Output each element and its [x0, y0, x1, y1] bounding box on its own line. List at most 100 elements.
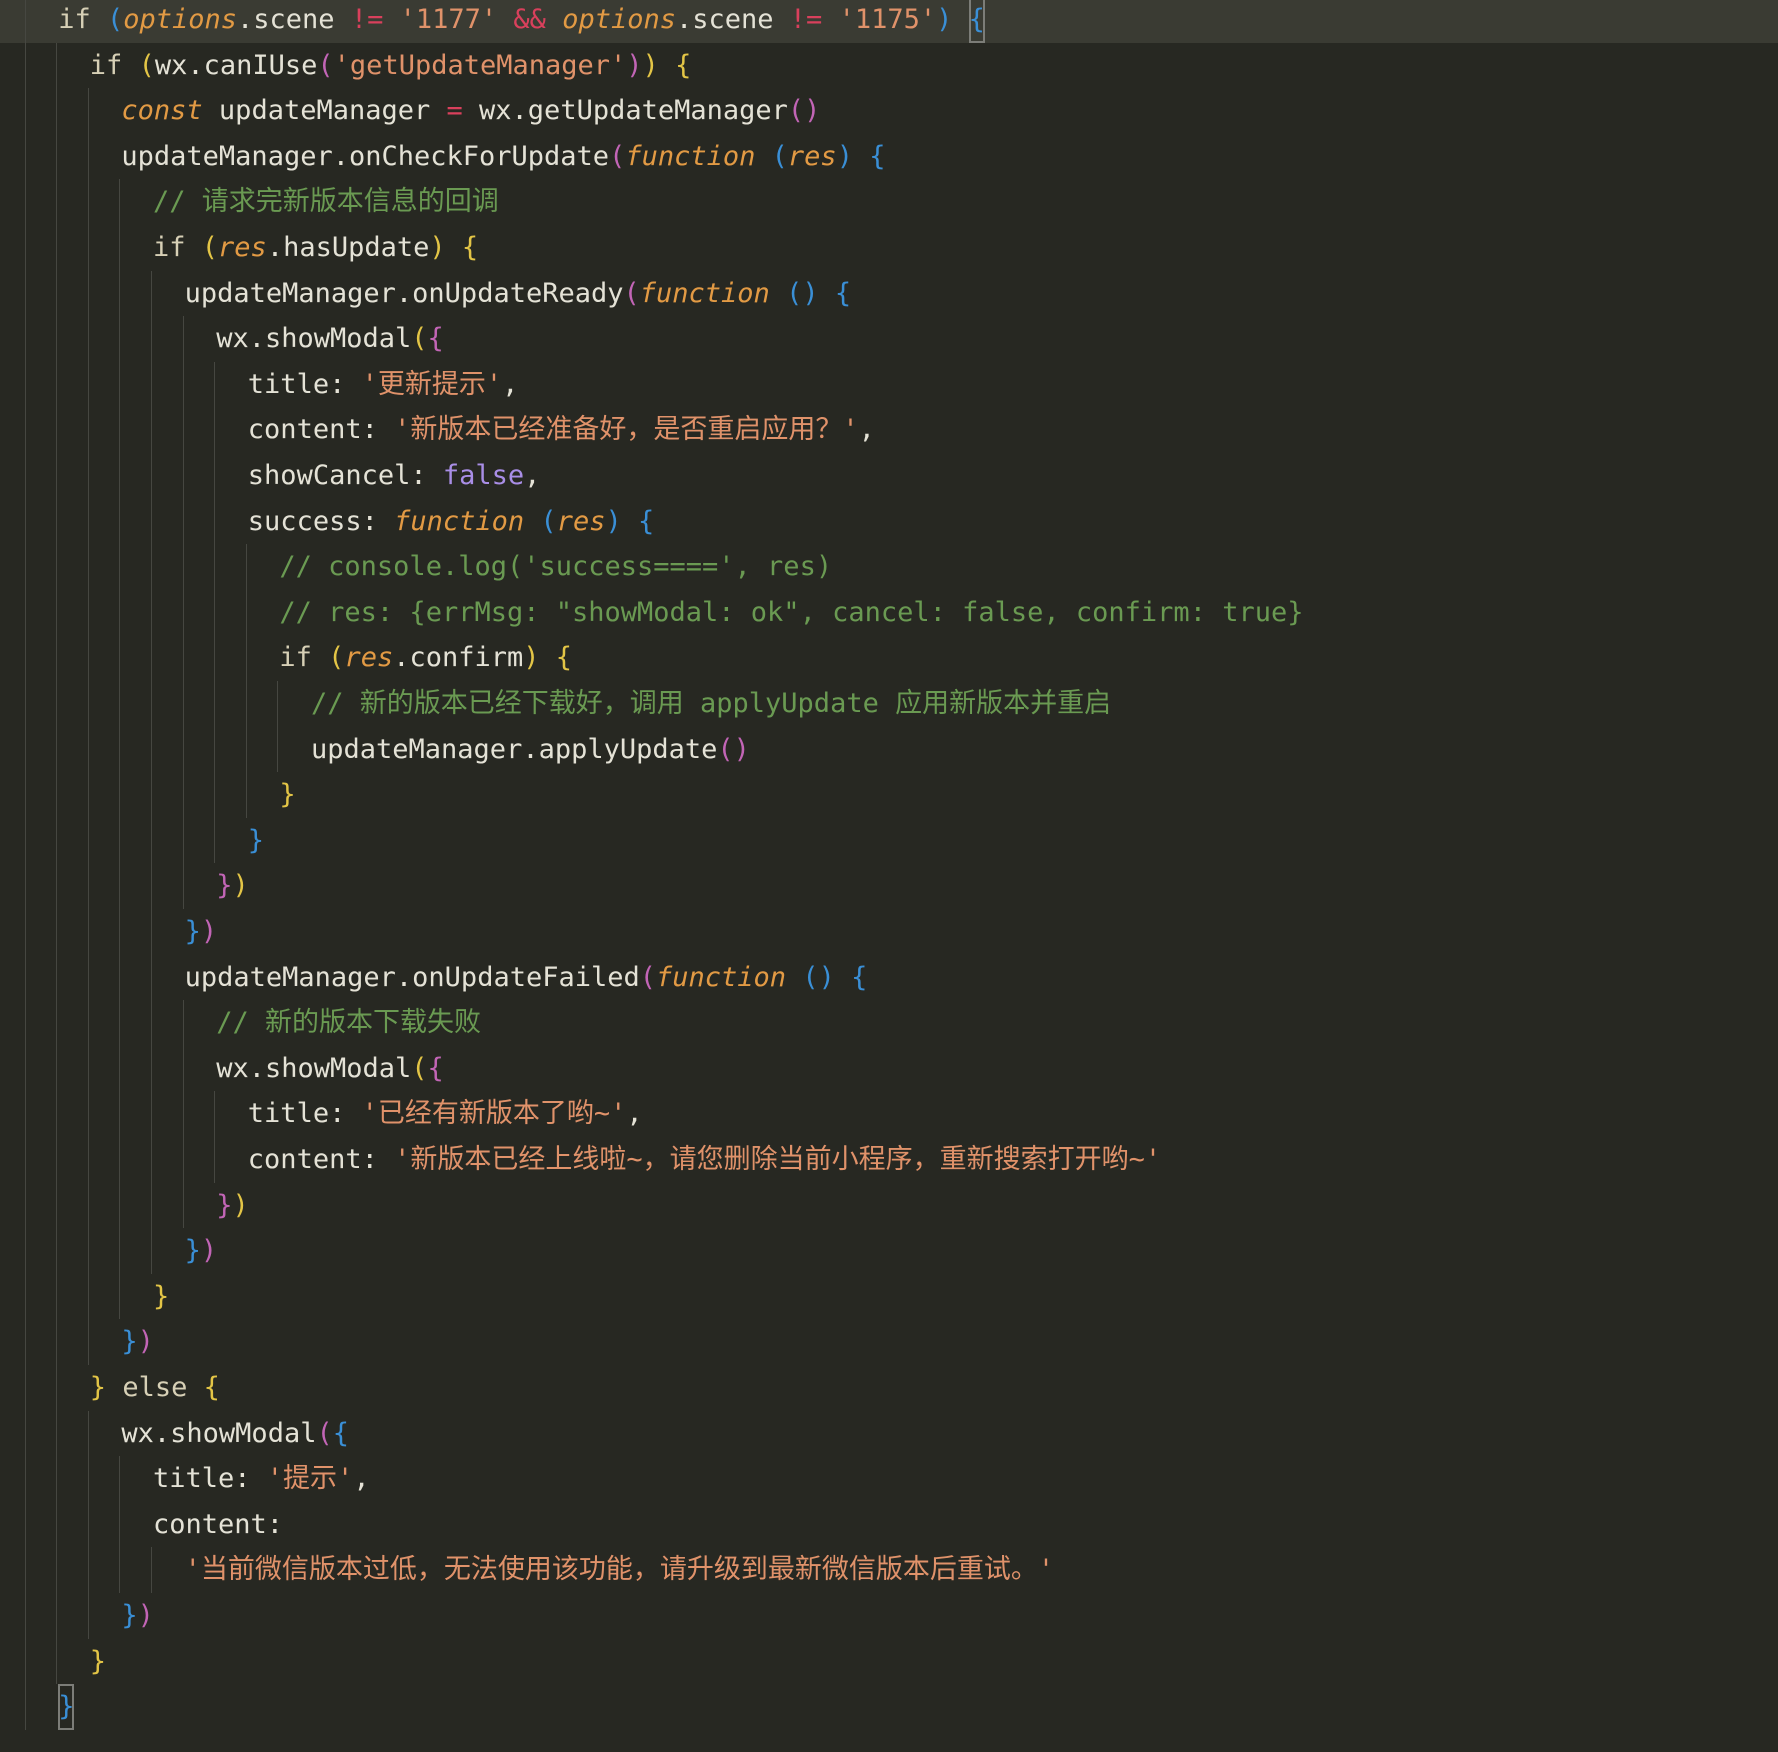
code-token: { [675, 49, 692, 81]
indent-guide [119, 1137, 121, 1183]
code-line[interactable]: // 新的版本已经下载好，调用 applyUpdate 应用新版本并重启 [0, 681, 1778, 727]
indent-guide [56, 133, 58, 180]
code-line-content: updateManager.onUpdateFailed(function ()… [185, 955, 868, 1001]
indent-guide [119, 316, 121, 362]
indent-guide [24, 270, 26, 317]
code-line[interactable]: } else { [0, 1365, 1778, 1411]
indent-guide [151, 589, 152, 636]
indent-guide [87, 1547, 89, 1593]
indent-guide [151, 772, 152, 818]
code-token: ( [201, 232, 219, 263]
code-line[interactable]: if (res.confirm) { [0, 635, 1778, 681]
code-line[interactable]: // 新的版本下载失败 [0, 1000, 1778, 1046]
code-token: } [121, 1600, 138, 1631]
indent-guide [182, 1091, 184, 1137]
indent-guide [87, 1045, 89, 1092]
indent-guide [24, 726, 26, 773]
indent-guide [87, 453, 89, 499]
indent-guide [56, 772, 58, 818]
code-line[interactable]: // console.log('success====', res) [0, 544, 1778, 590]
code-line[interactable]: wx.showModal({ [0, 316, 1778, 362]
indent-guide [24, 88, 26, 134]
code-token: : [266, 1508, 284, 1540]
code-token: ) [523, 642, 540, 674]
code-line[interactable]: updateManager.onUpdateReady(function () … [0, 271, 1778, 317]
indent-guide [119, 772, 121, 818]
code-line-content: if (res.hasUpdate) { [153, 225, 478, 271]
code-line[interactable]: '当前微信版本过低，无法使用该功能，请升级到最新微信版本后重试。' [0, 1547, 1778, 1593]
code-line[interactable]: wx.showModal({ [0, 1411, 1778, 1457]
code-token: // res: {errMsg: "showModal: ok", cancel… [279, 596, 1304, 628]
code-line[interactable]: updateManager.onUpdateFailed(function ()… [0, 955, 1778, 1001]
code-line[interactable]: const updateManager = wx.getUpdateManage… [0, 88, 1778, 134]
code-token: != [350, 4, 384, 35]
code-token: ( [138, 49, 155, 81]
indent-guide [24, 909, 26, 955]
code-token: '新版本已经准备好，是否重启应用？' [394, 414, 859, 446]
indent-guide [182, 1182, 184, 1229]
code-line[interactable]: wx.showModal({ [0, 1046, 1778, 1092]
indent-guide [214, 772, 216, 818]
code-line[interactable]: content: [0, 1502, 1778, 1548]
indent-guide [151, 954, 152, 1001]
indent-guide [24, 863, 26, 909]
indent-guide [245, 544, 247, 590]
code-line[interactable]: updateManager.applyUpdate() [0, 727, 1778, 773]
code-line[interactable]: }) [0, 1593, 1778, 1639]
code-line[interactable]: } [0, 818, 1778, 864]
code-line[interactable]: } [0, 1684, 1778, 1731]
code-line[interactable]: showCancel: false, [0, 453, 1778, 499]
code-token: () [787, 95, 821, 127]
indent-guide [87, 1319, 89, 1365]
code-line[interactable]: } [0, 1639, 1778, 1685]
code-editor[interactable]: if (options.scene != '1177' && options.s… [0, 0, 1778, 1752]
code-token: ) [605, 505, 622, 537]
code-line[interactable]: }) [0, 863, 1778, 909]
code-line[interactable]: }) [0, 1319, 1778, 1365]
code-line[interactable]: content: '新版本已经上线啦~，请您删除当前小程序，重新搜索打开哟~' [0, 1137, 1778, 1183]
code-line[interactable]: success: function (res) { [0, 499, 1778, 545]
indent-guide [24, 1501, 26, 1548]
indent-guide [56, 1547, 58, 1593]
indent-guide [24, 316, 26, 362]
code-line[interactable]: }) [0, 1228, 1778, 1274]
code-line[interactable]: title: '提示', [0, 1456, 1778, 1502]
code-line[interactable]: content: '新版本已经准备好，是否重启应用？', [0, 407, 1778, 453]
indent-guide [24, 1593, 26, 1639]
code-token: ) [232, 870, 249, 902]
code-line[interactable]: } [0, 772, 1778, 818]
indent-guide [119, 681, 121, 727]
indent-guide [56, 1501, 58, 1548]
code-line[interactable]: }) [0, 1183, 1778, 1229]
code-line[interactable]: } [0, 1274, 1778, 1320]
code-token: = [446, 95, 463, 127]
code-line[interactable]: title: '已经有新版本了哟~', [0, 1091, 1778, 1137]
code-line[interactable]: if (options.scene != '1177' && options.s… [0, 0, 1778, 43]
code-line[interactable]: title: '更新提示', [0, 362, 1778, 408]
indent-guide [182, 726, 184, 773]
code-line[interactable]: if (res.hasUpdate) { [0, 225, 1778, 271]
indent-guide [119, 863, 121, 909]
indent-guide [87, 1593, 89, 1639]
code-line-content: title: '提示', [153, 1456, 370, 1502]
code-line[interactable]: updateManager.onCheckForUpdate(function … [0, 134, 1778, 180]
code-token: ) [936, 4, 953, 35]
code-token: '1175' [838, 4, 937, 35]
code-line[interactable]: if (wx.canIUse('getUpdateManager')) { [0, 43, 1778, 89]
code-line[interactable]: // res: {errMsg: "showModal: ok", cancel… [0, 590, 1778, 636]
indent-guide [151, 681, 152, 727]
code-line[interactable]: // 请求完新版本信息的回调 [0, 179, 1778, 225]
code-line[interactable]: }) [0, 909, 1778, 955]
code-line-content: }) [216, 1183, 249, 1229]
indent-guide [24, 1638, 26, 1685]
indent-guide [56, 1638, 58, 1685]
indent-guide [56, 270, 58, 317]
code-token: : [410, 460, 443, 491]
indent-guide [87, 726, 89, 773]
code-token: if [279, 642, 312, 674]
code-line-content: wx.showModal({ [121, 1411, 349, 1457]
